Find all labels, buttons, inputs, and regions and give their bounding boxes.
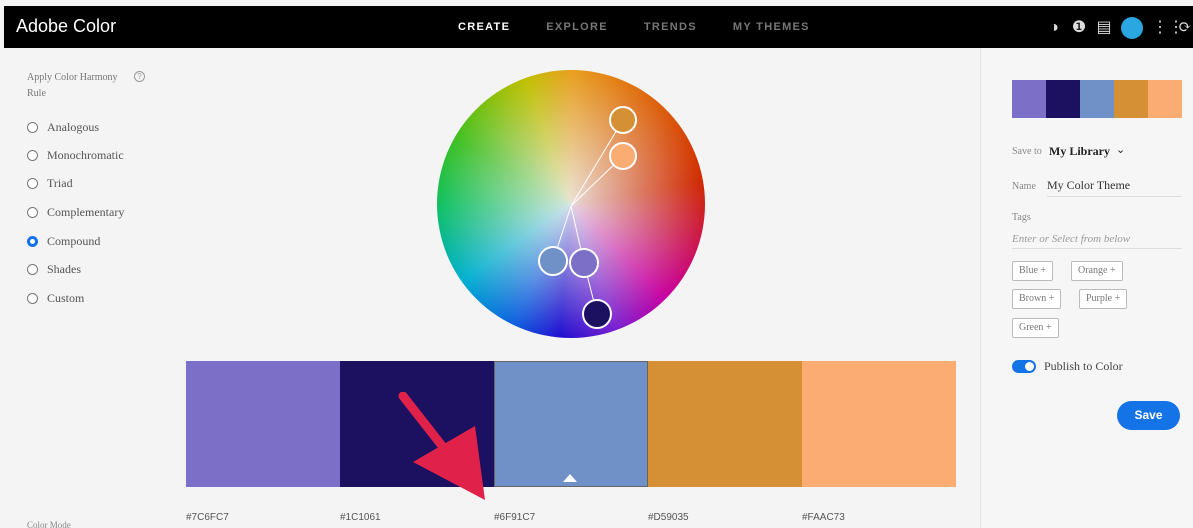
theme-details-panel: Save to My Library ⌄ Name My Color Theme… bbox=[980, 48, 1193, 528]
tab-trends[interactable]: TRENDS bbox=[644, 21, 697, 33]
color-marker-blue[interactable] bbox=[538, 246, 568, 276]
tag-label: Blue bbox=[1019, 265, 1038, 276]
app-title[interactable]: Adobe Color bbox=[16, 16, 116, 37]
library-dropdown[interactable]: My Library bbox=[1049, 144, 1110, 159]
radio-icon[interactable] bbox=[27, 293, 38, 304]
harmony-help-icon[interactable]: ? bbox=[134, 71, 145, 82]
rule-complementary[interactable]: Complementary bbox=[27, 205, 124, 220]
tags-input[interactable]: Enter or Select from below bbox=[1012, 233, 1182, 249]
rule-label: Custom bbox=[47, 291, 85, 305]
hex-value-1[interactable]: #7C6FC7 bbox=[186, 512, 340, 523]
rule-label: Analogous bbox=[47, 120, 99, 134]
swatch-1[interactable] bbox=[186, 361, 340, 487]
tag-green[interactable]: Green + bbox=[1012, 318, 1059, 338]
selected-caret-icon bbox=[563, 474, 577, 482]
grid-icon[interactable]: ⋮⋮ bbox=[1152, 18, 1184, 38]
hex-value-4[interactable]: #D59035 bbox=[648, 512, 802, 523]
publish-toggle[interactable] bbox=[1012, 360, 1036, 373]
rule-triad[interactable]: Triad bbox=[27, 176, 73, 191]
hex-values: #7C6FC7 #1C1061 #6F91C7 #D59035 #FAAC73 bbox=[186, 512, 956, 523]
tag-brown[interactable]: Brown + bbox=[1012, 289, 1062, 309]
top-icons: ◑ ❶ ▤ ⋮⋮ ⟳ bbox=[1037, 17, 1193, 39]
tag-orange[interactable]: Orange + bbox=[1071, 261, 1123, 281]
rule-analogous[interactable]: Analogous bbox=[27, 120, 99, 135]
rule-label: Complementary bbox=[47, 205, 125, 219]
theme-preview bbox=[1012, 80, 1182, 118]
swatch-5[interactable] bbox=[802, 361, 956, 487]
rule-monochromatic[interactable]: Monochromatic bbox=[27, 148, 124, 163]
tab-explore[interactable]: EXPLORE bbox=[546, 21, 608, 33]
chat-icon[interactable]: ▤ bbox=[1096, 18, 1112, 38]
hex-value-2[interactable]: #1C1061 bbox=[340, 512, 494, 523]
tag-purple[interactable]: Purple + bbox=[1079, 289, 1128, 309]
color-wheel-markers[interactable] bbox=[437, 70, 705, 338]
tags-label: Tags bbox=[1012, 212, 1031, 223]
avatar[interactable] bbox=[1121, 17, 1143, 39]
radio-icon[interactable] bbox=[27, 150, 38, 161]
swatch-4[interactable] bbox=[648, 361, 802, 487]
rule-label: Monochromatic bbox=[47, 148, 124, 162]
creative-cloud-icon[interactable]: ⟳ bbox=[1177, 18, 1193, 38]
radio-icon[interactable] bbox=[27, 122, 38, 133]
tab-my-themes[interactable]: MY THEMES bbox=[733, 21, 810, 33]
tab-create[interactable]: CREATE bbox=[458, 21, 510, 33]
swatch-3[interactable] bbox=[494, 361, 648, 487]
chevron-down-icon[interactable]: ⌄ bbox=[1116, 143, 1125, 156]
color-swatches bbox=[186, 361, 956, 487]
contrast-icon[interactable]: ◑ bbox=[1046, 18, 1062, 38]
publish-label: Publish to Color bbox=[1044, 359, 1123, 373]
color-mode-label: Color Mode bbox=[27, 520, 71, 528]
preview-swatch-3 bbox=[1080, 80, 1114, 118]
rule-custom[interactable]: Custom bbox=[27, 291, 84, 306]
tag-blue[interactable]: Blue + bbox=[1012, 261, 1054, 281]
color-marker-orange[interactable] bbox=[609, 106, 637, 134]
save-to-label: Save to bbox=[1012, 146, 1042, 157]
preview-swatch-4 bbox=[1114, 80, 1148, 118]
preview-swatch-2 bbox=[1046, 80, 1080, 118]
radio-icon[interactable] bbox=[27, 178, 38, 189]
top-navigation-bar: Adobe Color CREATE EXPLORE TRENDS MY THE… bbox=[4, 6, 1193, 48]
theme-name-input[interactable]: My Color Theme bbox=[1047, 178, 1182, 197]
tag-label: Purple bbox=[1086, 293, 1113, 304]
annotation-arrow-icon bbox=[398, 392, 485, 500]
preview-swatch-5 bbox=[1148, 80, 1182, 118]
radio-selected-icon[interactable] bbox=[27, 236, 38, 247]
color-marker-navy[interactable] bbox=[582, 299, 612, 329]
name-label: Name bbox=[1012, 181, 1036, 192]
save-button[interactable]: Save bbox=[1117, 401, 1180, 430]
hex-value-5[interactable]: #FAAC73 bbox=[802, 512, 956, 523]
radio-icon[interactable] bbox=[27, 207, 38, 218]
radio-icon[interactable] bbox=[27, 264, 38, 275]
tag-label: Orange bbox=[1078, 265, 1108, 276]
rule-label: Compound bbox=[47, 234, 101, 248]
rule-label: Triad bbox=[47, 176, 73, 190]
tag-label: Brown bbox=[1019, 293, 1047, 304]
help-icon[interactable]: ❶ bbox=[1071, 18, 1087, 38]
rule-label: Shades bbox=[47, 262, 81, 276]
main-nav: CREATE EXPLORE TRENDS MY THEMES bbox=[458, 21, 846, 33]
hex-value-3[interactable]: #6F91C7 bbox=[494, 512, 648, 523]
color-marker-purple[interactable] bbox=[569, 248, 599, 278]
rule-shades[interactable]: Shades bbox=[27, 262, 81, 277]
tag-label: Green bbox=[1019, 322, 1044, 333]
rule-compound[interactable]: Compound bbox=[27, 234, 100, 249]
color-marker-peach[interactable] bbox=[609, 142, 637, 170]
preview-swatch-1 bbox=[1012, 80, 1046, 118]
harmony-rule-label: Apply Color Harmony Rule bbox=[27, 72, 118, 99]
